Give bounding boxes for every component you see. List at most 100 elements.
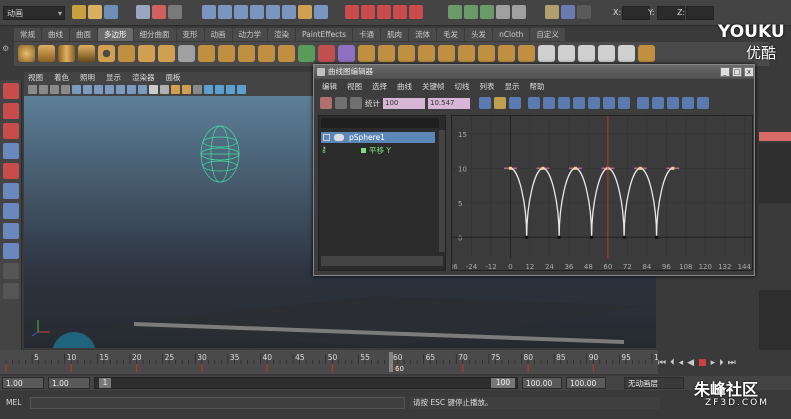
snap-live-icon[interactable] <box>409 5 423 19</box>
poly-soccer-icon[interactable] <box>218 45 235 62</box>
safe-action-icon[interactable] <box>127 85 136 94</box>
smooth-icon[interactable] <box>318 45 335 62</box>
outliner-scrollbar[interactable] <box>439 130 445 252</box>
stop-icon[interactable]: ■ <box>698 358 707 372</box>
camera-icon[interactable] <box>28 85 37 94</box>
checker2-icon[interactable] <box>598 45 615 62</box>
ssao-icon[interactable] <box>237 85 246 94</box>
ge-menu-item[interactable]: 切线 <box>455 81 470 93</box>
scale-tool-icon[interactable] <box>3 183 19 199</box>
uv-icon[interactable] <box>558 45 575 62</box>
xray-joints-icon[interactable] <box>226 85 235 94</box>
xray-icon[interactable] <box>215 85 224 94</box>
step-forward-key-icon[interactable]: ⏵ <box>719 358 724 372</box>
append-icon[interactable] <box>398 45 415 62</box>
minimize-icon[interactable]: _ <box>720 67 730 77</box>
ge-menu-item[interactable]: 列表 <box>480 81 495 93</box>
poly-pipe-icon[interactable] <box>178 45 195 62</box>
hypershade-icon[interactable] <box>512 5 526 19</box>
open-scene-icon[interactable] <box>88 5 102 19</box>
plateau-tangent-icon[interactable] <box>618 97 630 109</box>
image-plane-icon[interactable] <box>61 85 70 94</box>
merge-icon[interactable] <box>458 45 475 62</box>
dope-sheet-icon[interactable] <box>697 97 709 109</box>
history-icon[interactable] <box>448 5 462 19</box>
poly-pyramid-icon[interactable] <box>158 45 175 62</box>
mel-input[interactable] <box>30 397 405 409</box>
break-tangent-icon[interactable] <box>637 97 649 109</box>
ge-menu-item[interactable]: 显示 <box>505 81 520 93</box>
snap-grid-icon[interactable] <box>345 5 359 19</box>
outliner-channel-row[interactable]: 平移 Y <box>321 145 435 156</box>
playback-end-field[interactable]: 100.00 <box>522 377 562 389</box>
shelf-tab[interactable]: 自定义 <box>530 28 565 41</box>
mask-deform-icon[interactable] <box>266 5 280 19</box>
anim-layer-select[interactable]: 无动画层 <box>624 377 684 389</box>
shelf-tab[interactable]: 细分曲面 <box>133 28 176 41</box>
play-back-icon[interactable]: ◀ <box>687 358 694 372</box>
ge-menu-item[interactable]: 选择 <box>372 81 387 93</box>
viewport-menu-item[interactable]: 着色 <box>54 72 69 84</box>
snap-point-icon[interactable] <box>377 5 391 19</box>
shelf-tab[interactable]: 曲面 <box>70 28 97 41</box>
lattice-icon[interactable] <box>350 97 362 109</box>
field-chart-icon[interactable] <box>116 85 125 94</box>
range-slider[interactable]: 1 100 <box>94 377 518 389</box>
mask-misc-icon[interactable] <box>314 5 328 19</box>
channel-key-highlight[interactable] <box>759 132 791 141</box>
bevel-icon[interactable] <box>438 45 455 62</box>
shelf-tab[interactable]: 肌肉 <box>381 28 409 41</box>
component-mode-icon[interactable] <box>168 5 182 19</box>
split-icon[interactable] <box>418 45 435 62</box>
ge-menu-item[interactable]: 编辑 <box>322 81 337 93</box>
mask-surfaces-icon[interactable] <box>250 5 264 19</box>
lights-icon[interactable] <box>182 85 191 94</box>
object-mode-icon[interactable] <box>152 5 166 19</box>
chamfer-icon[interactable] <box>518 45 535 62</box>
layout-graph-icon[interactable] <box>3 283 19 299</box>
flat-tangent-icon[interactable] <box>588 97 600 109</box>
playback-start-field[interactable]: 1.00 <box>48 377 90 389</box>
ge-menu-item[interactable]: 曲线 <box>397 81 412 93</box>
range-end-handle[interactable]: 100 <box>491 378 515 388</box>
shelf-gear-icon[interactable]: ⚙ <box>2 44 12 54</box>
spline-tangent-icon[interactable] <box>543 97 555 109</box>
extract-icon[interactable] <box>278 45 295 62</box>
poly-cone-icon[interactable] <box>78 45 95 62</box>
stat-value-field[interactable]: 10.547 <box>428 97 470 109</box>
relative-mode-icon[interactable] <box>577 5 591 19</box>
poly-plane-icon[interactable] <box>118 45 135 62</box>
go-start-icon[interactable]: ⏮ <box>658 358 666 372</box>
snap-plane-icon[interactable] <box>393 5 407 19</box>
stat-frame-field[interactable]: 100 <box>383 97 425 109</box>
checker-icon[interactable] <box>578 45 595 62</box>
grid-icon[interactable] <box>72 85 81 94</box>
smooth-shade-icon[interactable] <box>160 85 169 94</box>
selection-lock-icon[interactable] <box>561 5 575 19</box>
curve-graph-area[interactable]: -36 -24 -12 0 12 24 36 48 60 72 84 96 108 120 132 144 15… <box>451 115 753 271</box>
expand-icon[interactable] <box>323 134 330 141</box>
maximize-icon[interactable]: □ <box>732 67 742 77</box>
booleans-icon[interactable] <box>298 45 315 62</box>
separate-icon[interactable] <box>258 45 275 62</box>
end-time-field[interactable]: 100.00 <box>566 377 606 389</box>
shelf-tab[interactable]: PaintEffects <box>296 28 353 41</box>
poly-helix-icon[interactable] <box>198 45 215 62</box>
ipr-render-icon[interactable] <box>480 5 494 19</box>
viewport-menu-item[interactable]: 渲染器 <box>132 72 155 84</box>
manipulator-icon[interactable] <box>3 203 19 219</box>
resolution-gate-icon[interactable] <box>94 85 103 94</box>
combine-icon[interactable] <box>238 45 255 62</box>
shelf-tab[interactable]: 变形 <box>176 28 204 41</box>
ge-menu-item[interactable]: 帮助 <box>530 81 545 93</box>
sculpt-icon[interactable] <box>338 45 355 62</box>
viewport-menu-item[interactable]: 视图 <box>28 72 43 84</box>
shadows-icon[interactable] <box>193 85 202 94</box>
save-scene-icon[interactable] <box>104 5 118 19</box>
close-icon[interactable]: x <box>744 67 754 77</box>
bookmark-icon[interactable] <box>50 85 59 94</box>
new-scene-icon[interactable] <box>72 5 86 19</box>
shelf-tab[interactable]: nCloth <box>493 28 530 41</box>
poly-sphere-icon[interactable] <box>18 45 35 62</box>
mask-handles-icon[interactable] <box>202 5 216 19</box>
